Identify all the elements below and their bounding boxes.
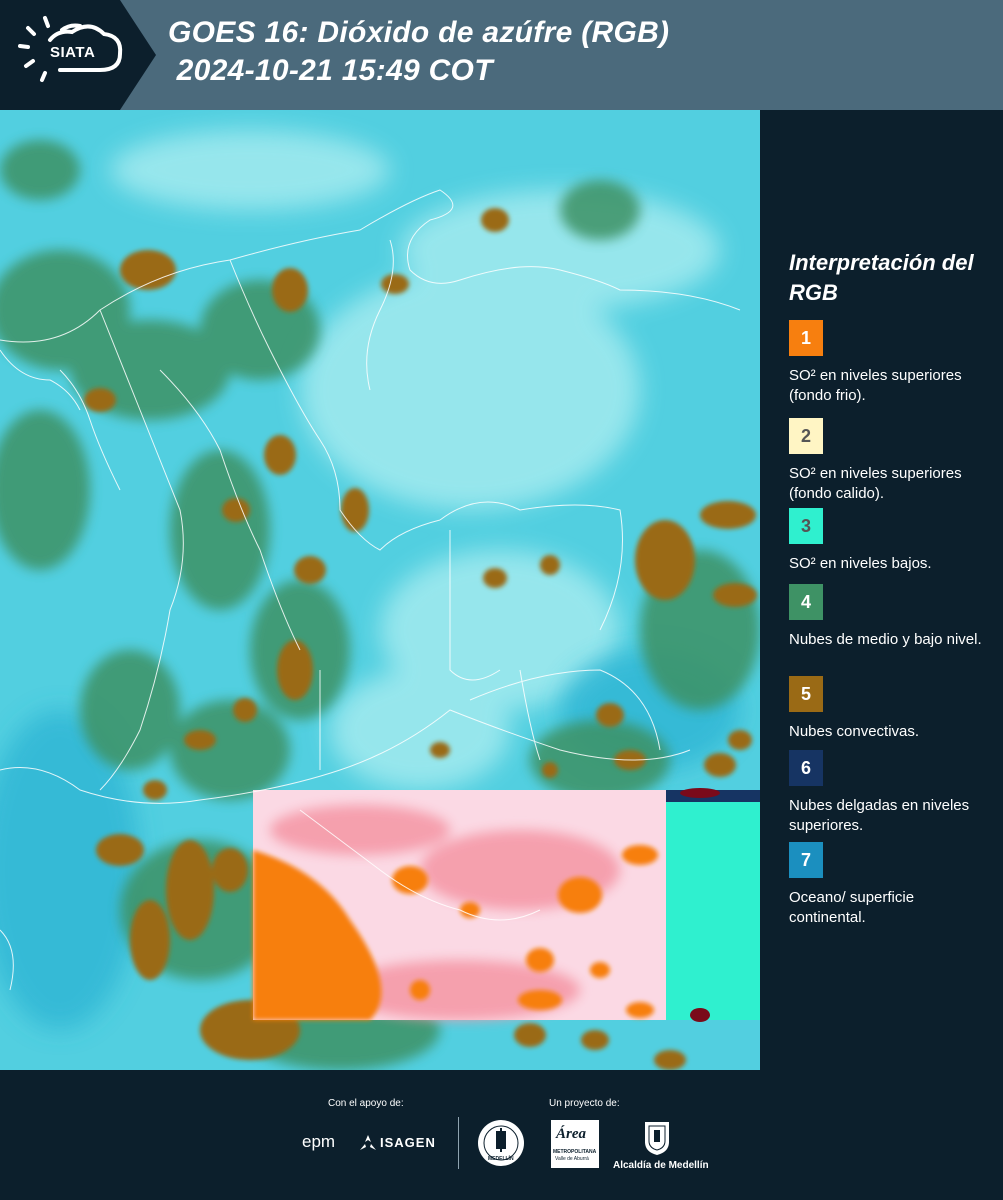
legend-label-6: Nubes delgadas en niveles superiores. bbox=[789, 797, 970, 834]
legend-swatch-2: 2 bbox=[789, 418, 823, 454]
alcaldia-crest-icon bbox=[645, 1122, 669, 1155]
legend-item-6: 6 Nubes delgadas en niveles superiores. bbox=[789, 750, 994, 836]
legend-panel: Interpretación del RGB 1 SO² en niveles … bbox=[760, 110, 1003, 1070]
medellin-seal-text: MEDELLÍN bbox=[488, 1156, 514, 1162]
legend-item-4: 4 Nubes de medio y bajo nivel. bbox=[789, 584, 994, 650]
legend-label-5: Nubes convectivas. bbox=[789, 723, 920, 740]
isagen-logo-icon bbox=[360, 1135, 376, 1150]
legend-swatch-7: 7 bbox=[789, 842, 823, 878]
logo-text: SIATA bbox=[50, 44, 96, 61]
legend-item-3: 3 SO² en niveles bajos. bbox=[789, 508, 994, 574]
area-logo-sub2: Valle de Aburrá bbox=[555, 1156, 589, 1162]
area-logo-text: Área bbox=[556, 1126, 586, 1142]
legend-swatch-5: 5 bbox=[789, 676, 823, 712]
legend-swatch-3: 3 bbox=[789, 508, 823, 544]
area-logo-sub1: METROPOLITANA bbox=[553, 1149, 597, 1155]
satellite-map[interactable] bbox=[0, 110, 760, 1070]
legend-label-1: SO² en niveles superiores (fondo frio). bbox=[789, 367, 962, 404]
page-title: GOES 16: Dióxido de azúfre (RGB) 2024-10… bbox=[168, 14, 669, 90]
epm-logo: epm bbox=[302, 1132, 336, 1151]
legend-swatch-1: 1 bbox=[789, 320, 823, 356]
legend-item-1: 1 SO² en niveles superiores (fondo frio)… bbox=[789, 320, 994, 406]
legend-swatch-6: 6 bbox=[789, 750, 823, 786]
map-image bbox=[0, 110, 760, 1070]
header: SIATA GOES 16: Dióxido de azúfre (RGB) 2… bbox=[0, 0, 1003, 110]
project-label: Un proyecto de: bbox=[549, 1098, 620, 1109]
isagen-logo: ISAGEN bbox=[380, 1135, 436, 1150]
legend-swatch-4: 4 bbox=[789, 584, 823, 620]
legend-label-2: SO² en niveles superiores (fondo calido)… bbox=[789, 465, 962, 502]
footer-divider bbox=[458, 1117, 459, 1169]
title-line-2: 2024-10-21 15:49 COT bbox=[168, 54, 493, 87]
legend-item-7: 7 Oceano/ superficie continental. bbox=[789, 842, 994, 928]
support-label: Con el apoyo de: bbox=[328, 1098, 404, 1109]
alcaldia-logo-text: Alcaldía de Medellín bbox=[613, 1160, 709, 1171]
legend-label-7: Oceano/ superficie continental. bbox=[789, 889, 915, 926]
legend-item-2: 2 SO² en niveles superiores (fondo calid… bbox=[789, 418, 994, 504]
footer: Con el apoyo de: Un proyecto de: epm ISA… bbox=[0, 1070, 1003, 1200]
title-line-1: GOES 16: Dióxido de azúfre (RGB) bbox=[168, 16, 670, 49]
legend-item-5: 5 Nubes convectivas. bbox=[789, 676, 994, 742]
legend-label-4: Nubes de medio y bajo nivel. bbox=[789, 631, 982, 648]
legend-title: Interpretación del RGB bbox=[789, 250, 974, 305]
legend-label-3: SO² en niveles bajos. bbox=[789, 555, 932, 572]
